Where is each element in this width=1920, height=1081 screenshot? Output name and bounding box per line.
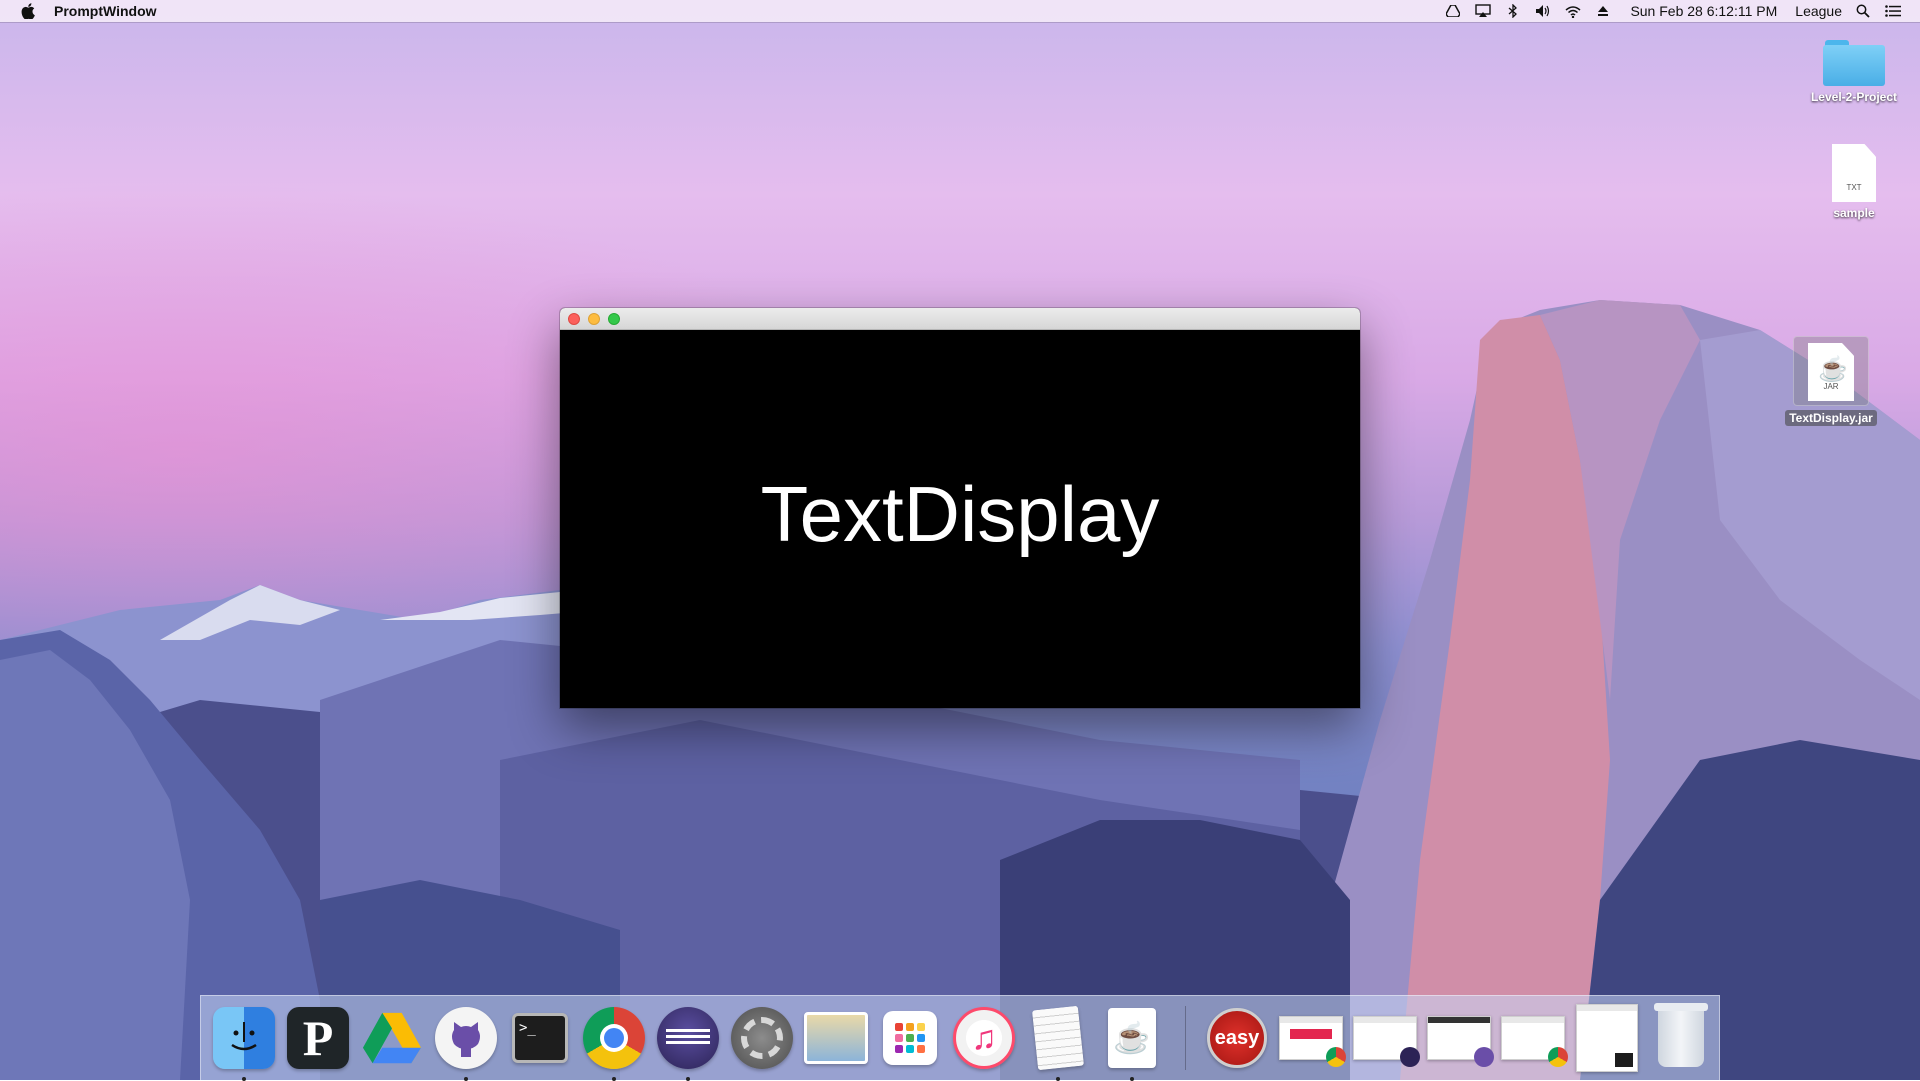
airplay-icon[interactable] [1474, 3, 1492, 19]
desktop-icon-label: TextDisplay.jar [1785, 410, 1877, 426]
dock-trash[interactable] [1648, 1003, 1714, 1071]
dock-github[interactable] [433, 1005, 499, 1081]
dock-preview[interactable] [803, 1005, 869, 1071]
coffee-cup-icon: ☕ [1818, 356, 1848, 383]
close-button[interactable] [568, 312, 580, 325]
menu-clock[interactable]: Sun Feb 28 6:12:11 PM [1630, 3, 1777, 19]
java-glyph: ☕ [1113, 1021, 1151, 1055]
chrome-icon [583, 1007, 645, 1069]
chrome-icon [1548, 1047, 1568, 1067]
github-icon [435, 1007, 497, 1069]
itunes-icon: ♫ [953, 1007, 1015, 1069]
bluetooth-icon[interactable] [1504, 3, 1522, 19]
eclipse-icon [657, 1007, 719, 1069]
pycharm-letter: P [302, 1010, 334, 1066]
jar-file-icon: ☕ JAR [1808, 343, 1854, 401]
dock-terminal[interactable]: >_ [507, 1005, 573, 1071]
dock: P >_ ♫ ☕ easy [200, 995, 1720, 1081]
trash-icon [1654, 1003, 1708, 1067]
dock-minimized-window-2[interactable] [1352, 1005, 1420, 1071]
display-text: TextDisplay [760, 470, 1160, 558]
dock-pycharm[interactable]: P [285, 1005, 351, 1071]
terminal-icon: >_ [512, 1013, 568, 1063]
google-drive-icon [361, 1007, 423, 1069]
textedit-icon [1031, 1005, 1085, 1071]
dock-separator [1185, 1006, 1186, 1070]
app-menu-name[interactable]: PromptWindow [54, 3, 157, 19]
terminal-prompt: >_ [519, 1020, 536, 1036]
desktop-file-textdisplay-jar[interactable]: ☕ JAR TextDisplay.jar [1771, 336, 1891, 426]
window-thumbnail-chrome-2 [1501, 1016, 1568, 1067]
terminal-icon [1615, 1053, 1633, 1067]
desktop-folder-level-2-project[interactable]: Level-2-Project [1794, 36, 1914, 104]
chrome-icon [1326, 1047, 1346, 1067]
desktop-icon-label: sample [1833, 206, 1875, 220]
dock-textedit[interactable] [1025, 1005, 1091, 1081]
drive-icon[interactable] [1444, 3, 1462, 19]
eject-icon[interactable] [1594, 3, 1612, 19]
github-icon [1474, 1047, 1494, 1067]
window-thumbnail-terminal [1576, 1004, 1638, 1072]
dock-chrome[interactable] [581, 1005, 647, 1081]
window-thumbnail-chrome [1279, 1016, 1346, 1067]
running-indicator [686, 1077, 690, 1081]
finder-icon [213, 1007, 275, 1069]
dock-java[interactable]: ☕ [1099, 1005, 1165, 1081]
window-thumbnail-eclipse [1353, 1016, 1420, 1067]
window-titlebar[interactable] [560, 308, 1360, 330]
launchpad-icon [883, 1011, 937, 1065]
pycharm-icon: P [287, 1007, 349, 1069]
dock-eclipse[interactable] [655, 1005, 721, 1081]
minimize-button[interactable] [588, 312, 600, 325]
running-indicator [242, 1077, 246, 1081]
dock-finder[interactable] [211, 1005, 277, 1081]
running-indicator [1056, 1077, 1060, 1081]
itunes-glyph: ♫ [971, 1018, 997, 1057]
wifi-icon[interactable] [1564, 3, 1582, 19]
dock-minimized-window-1[interactable] [1278, 1005, 1346, 1071]
dock-launchpad[interactable] [877, 1005, 943, 1071]
txt-file-icon: TXT [1832, 144, 1876, 202]
textdisplay-window: TextDisplay [560, 308, 1360, 708]
desktop-file-sample[interactable]: TXT sample [1794, 144, 1914, 220]
jar-selection-highlight: ☕ JAR [1793, 336, 1869, 406]
dock-itunes[interactable]: ♫ [951, 1005, 1017, 1071]
spotlight-search-icon[interactable] [1854, 3, 1872, 19]
menu-bar: PromptWindow Sun Feb 28 6:12:11 PM Leagu… [0, 0, 1920, 22]
dock-minimized-window-3[interactable] [1426, 1005, 1494, 1071]
system-preferences-icon [731, 1007, 793, 1069]
notification-center-icon[interactable] [1884, 3, 1902, 19]
txt-badge: TXT [1846, 183, 1862, 192]
preview-icon [804, 1012, 868, 1064]
easy-icon: easy [1207, 1008, 1267, 1068]
dock-google-drive[interactable] [359, 1005, 425, 1071]
dock-easy[interactable]: easy [1204, 1005, 1270, 1071]
running-indicator [612, 1077, 616, 1081]
dock-minimized-window-4[interactable] [1500, 1005, 1568, 1071]
running-indicator [1130, 1077, 1134, 1081]
window-thumbnail-github [1427, 1016, 1494, 1067]
user-menu[interactable]: League [1795, 3, 1842, 19]
desktop-icon-label: Level-2-Project [1810, 90, 1898, 104]
dock-system-preferences[interactable] [729, 1005, 795, 1071]
folder-icon [1823, 40, 1885, 86]
window-content: TextDisplay [560, 330, 1360, 708]
easy-text: easy [1214, 1026, 1260, 1049]
apple-menu-icon[interactable] [20, 3, 36, 19]
zoom-button[interactable] [608, 312, 620, 325]
status-area: Sun Feb 28 6:12:11 PM League [1444, 3, 1920, 19]
dock-minimized-window-5[interactable] [1574, 1004, 1640, 1072]
eclipse-icon [1400, 1047, 1420, 1067]
running-indicator [464, 1077, 468, 1081]
volume-icon[interactable] [1534, 3, 1552, 19]
java-icon: ☕ [1108, 1008, 1156, 1068]
